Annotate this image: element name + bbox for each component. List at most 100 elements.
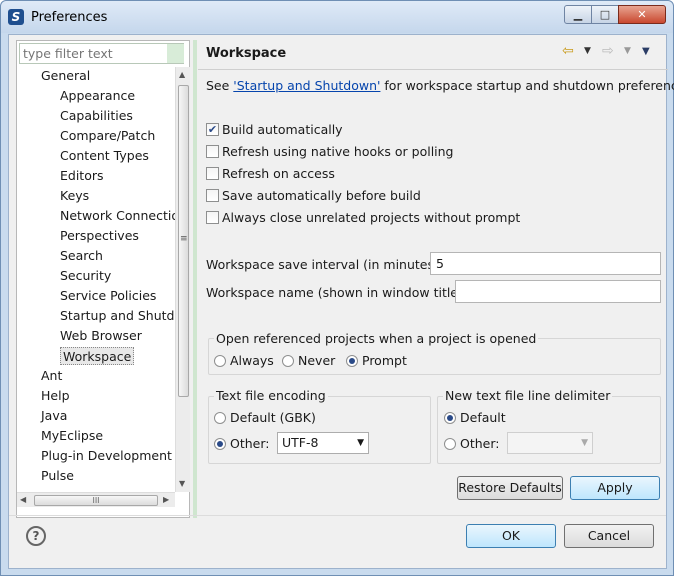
radio-label: Always: [230, 353, 274, 368]
apply-button[interactable]: Apply: [570, 476, 660, 500]
tree-vertical-scroll-thumb[interactable]: ≡: [178, 85, 189, 397]
tree-item-capabilities[interactable]: Capabilities: [60, 107, 133, 125]
help-icon[interactable]: ?: [26, 526, 46, 546]
back-arrow-icon[interactable]: ⇦: [562, 43, 574, 59]
close-button[interactable]: ✕: [618, 5, 666, 24]
tree-item-service-policies[interactable]: Service Policies: [60, 287, 156, 305]
tree-item-keys[interactable]: Keys: [60, 187, 89, 205]
radio-label: Default: [460, 410, 506, 425]
title-bar[interactable]: S Preferences ▁ □ ✕: [1, 1, 673, 33]
scroll-right-icon[interactable]: ▶: [163, 495, 169, 504]
group-title: Open referenced projects when a project …: [214, 331, 539, 346]
chevron-down-icon: ▼: [357, 438, 364, 448]
tree-item-myeclipse[interactable]: MyEclipse: [41, 427, 103, 445]
tree-item-web-browser[interactable]: Web Browser: [60, 327, 142, 345]
view-menu-icon[interactable]: ▼: [642, 46, 650, 57]
checkbox-label: Always close unrelated projects without …: [222, 210, 521, 225]
radio-icon[interactable]: [282, 354, 294, 367]
checkbox-label: Build automatically: [222, 122, 343, 137]
checkbox-label: Save automatically before build: [222, 188, 421, 203]
radio-selected-icon[interactable]: [214, 437, 226, 450]
preference-tree-panel: General Appearance Capabilities Compare/Pat…: [16, 40, 190, 518]
filter-clear-area: [167, 44, 184, 63]
checkbox-label: Refresh on access: [222, 166, 335, 181]
tree-horizontal-scroll-thumb[interactable]: III: [34, 495, 158, 506]
radio-selected-icon[interactable]: [346, 354, 358, 367]
delimiter-select[interactable]: ▼: [507, 432, 593, 454]
save-interval-input[interactable]: 5: [430, 252, 661, 275]
scroll-up-icon[interactable]: ▲: [179, 70, 185, 79]
preferences-window: S Preferences ▁ □ ✕ General Appearance Cap…: [0, 0, 674, 576]
build-automatically-checkbox[interactable]: ✔ Build automatically: [206, 122, 343, 140]
page-title: Workspace: [206, 46, 287, 61]
minimize-button[interactable]: ▁: [564, 5, 592, 24]
radio-selected-icon[interactable]: [444, 411, 456, 424]
open-always-radio[interactable]: Always: [214, 353, 274, 371]
tree-item-appearance[interactable]: Appearance: [60, 87, 135, 105]
grip-icon: ≡: [180, 234, 188, 244]
tree-horizontal-scrollbar[interactable]: ◀ III ▶: [17, 492, 175, 507]
open-prompt-radio[interactable]: Prompt: [346, 353, 407, 371]
tree-item-workspace[interactable]: Workspace: [60, 347, 135, 365]
startup-shutdown-link[interactable]: 'Startup and Shutdown': [233, 78, 380, 93]
tree-item-pulse[interactable]: Pulse: [41, 467, 74, 485]
tree-vertical-scrollbar[interactable]: ▲ ≡ ▼: [175, 67, 190, 492]
chevron-down-icon[interactable]: ▼: [584, 46, 591, 56]
restore-defaults-button[interactable]: Restore Defaults: [457, 476, 563, 500]
maximize-button[interactable]: □: [591, 5, 619, 24]
tree-item-general[interactable]: General: [41, 67, 90, 85]
save-before-build-checkbox[interactable]: Save automatically before build: [206, 188, 421, 206]
ok-button[interactable]: OK: [466, 524, 556, 548]
divider: [9, 515, 666, 516]
dialog-body: General Appearance Capabilities Compare/Pat…: [8, 34, 674, 569]
radio-icon[interactable]: [214, 354, 226, 367]
scroll-down-icon[interactable]: ▼: [179, 479, 185, 488]
tree-item-editors[interactable]: Editors: [60, 167, 104, 185]
refresh-on-access-checkbox[interactable]: Refresh on access: [206, 166, 335, 184]
delimiter-default-radio[interactable]: Default: [444, 410, 506, 428]
sash-divider[interactable]: [193, 40, 197, 518]
radio-label: Prompt: [362, 353, 407, 368]
checkbox-label: Refresh using native hooks or polling: [222, 144, 454, 159]
checkbox-checked-icon[interactable]: ✔: [206, 123, 219, 136]
refresh-native-hooks-checkbox[interactable]: Refresh using native hooks or polling: [206, 144, 454, 162]
tree-item-security[interactable]: Security: [60, 267, 111, 285]
radio-label: Other:: [460, 436, 500, 451]
save-interval-label: Workspace save interval (in minutes):: [206, 257, 444, 272]
group-title: Text file encoding: [214, 388, 328, 403]
tree-item-network-connectio[interactable]: Network Connectio: [60, 207, 175, 225]
description-text: See: [206, 78, 234, 93]
checkbox-icon[interactable]: [206, 145, 219, 158]
tree-item-perspectives[interactable]: Perspectives: [60, 227, 139, 245]
delimiter-other-radio[interactable]: Other:: [444, 436, 499, 454]
radio-label: Other:: [230, 436, 270, 451]
radio-label: Never: [298, 353, 336, 368]
workspace-name-label: Workspace name (shown in window title):: [206, 285, 468, 300]
checkbox-icon[interactable]: [206, 211, 219, 224]
description-text: for workspace startup and shutdown prefe…: [380, 78, 674, 93]
checkbox-icon[interactable]: [206, 167, 219, 180]
tree-item-search[interactable]: Search: [60, 247, 103, 265]
tree-item-plug-in-development[interactable]: Plug-in Development: [41, 447, 172, 465]
encoding-other-radio[interactable]: Other:: [214, 436, 269, 454]
tree-item-java[interactable]: Java: [41, 407, 67, 425]
checkbox-icon[interactable]: [206, 189, 219, 202]
tree-item-content-types[interactable]: Content Types: [60, 147, 149, 165]
cancel-button[interactable]: Cancel: [564, 524, 654, 548]
radio-icon[interactable]: [214, 411, 226, 424]
scroll-left-icon[interactable]: ◀: [20, 495, 26, 504]
close-unrelated-projects-checkbox[interactable]: Always close unrelated projects without …: [206, 210, 520, 228]
divider: [198, 69, 668, 70]
filter-input[interactable]: [19, 43, 184, 64]
chevron-down-icon[interactable]: ▼: [624, 46, 631, 56]
encoding-select[interactable]: UTF-8 ▼: [277, 432, 369, 454]
open-never-radio[interactable]: Never: [282, 353, 335, 371]
tree-item-startup-and-shutd[interactable]: Startup and Shutd: [60, 307, 174, 325]
forward-arrow-icon[interactable]: ⇨: [602, 43, 614, 59]
radio-icon[interactable]: [444, 437, 456, 450]
encoding-default-radio[interactable]: Default (GBK): [214, 410, 316, 428]
tree-item-help[interactable]: Help: [41, 387, 70, 405]
workspace-name-input[interactable]: [455, 280, 661, 303]
tree-item-ant[interactable]: Ant: [41, 367, 62, 385]
tree-item-compare-patch[interactable]: Compare/Patch: [60, 127, 155, 145]
